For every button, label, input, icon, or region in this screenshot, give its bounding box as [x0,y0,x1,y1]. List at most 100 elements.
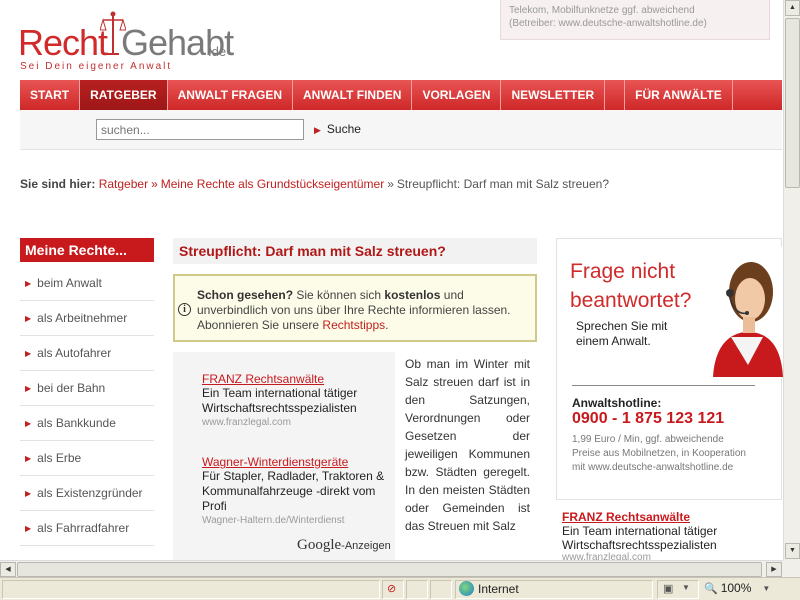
nav-item-start[interactable]: START [20,80,81,110]
ad-title[interactable]: Wagner-Winterdienstgeräte [202,455,392,469]
horizontal-scroll-thumb[interactable] [17,562,762,577]
globe-icon [459,581,474,596]
sidebar-item-fahrradfahrer[interactable]: ▶ als Fahrradfahrer [20,511,154,546]
nav-item-newsletter[interactable]: NEWSLETTER [501,80,606,110]
ad-wagner[interactable]: Wagner-Winterdienstgeräte Für Stapler, R… [202,455,392,526]
rechtstipps-link[interactable]: Rechtstipps [322,318,385,332]
notice-end: . [385,318,389,332]
arrow-right-icon: ▶ [25,279,32,288]
sidebar: Meine Rechte... ▶ beim Anwalt ▶ als Arbeit… [20,238,154,546]
search-input[interactable] [96,119,304,140]
sidebar-item-bahn[interactable]: ▶ bei der Bahn [20,371,154,406]
ad-description: Ein Team international tätiger Wirtschaf… [562,524,718,552]
article-title: Streupflicht: Darf man mit Salz streuen? [173,238,537,264]
protected-mode-cell[interactable]: ▣ ▼ [657,580,699,599]
sidebar-item-label: beim Anwalt [37,276,102,290]
hotline-subtext: Sprechen Sie mit einem Anwalt. [576,319,668,348]
zoom-control[interactable]: 🔍 100% ▼ [704,581,770,595]
google-ads-text: -Anzeigen [341,540,391,552]
google-ads-block: FRANZ Rechtsanwälte Ein Team internation… [173,352,395,560]
right-ad-franz[interactable]: FRANZ Rechtsanwälte Ein Team internation… [562,510,777,560]
sidebar-links: ▶ beim Anwalt ▶ als Arbeitnehmer ▶ als Auto… [20,266,154,546]
sidebar-item-erbe[interactable]: ▶ als Erbe [20,441,154,476]
sidebar-item-label: als Erbe [37,451,82,465]
nav-item-fuer-anwaelte[interactable]: FÜR ANWÄLTE [625,80,733,110]
main-nav: START RATGEBER ANWALT FRAGEN ANWALT FIND… [20,80,782,110]
sidebar-item-arbeitnehmer[interactable]: ▶ als Arbeitnehmer [20,301,154,336]
article-body: Ob man im Winter mit Salz streuen darf i… [405,357,530,533]
google-logo: Google [297,537,342,553]
status-text-cell [2,580,380,599]
logo-tld: .de [208,44,227,59]
scrollbar-corner [783,560,800,577]
ad-url: Wagner-Haltern.de/Winterdienst [202,515,345,526]
ad-description: Für Stapler, Radlader, Traktoren & Kommu… [202,469,385,513]
newsletter-notice: i Schon gesehen? Sie können sich kostenl… [173,274,537,342]
sidebar-item-label: bei der Bahn [37,381,106,395]
nav-item-ratgeber[interactable]: RATGEBER [80,80,168,110]
chevron-down-icon: ▼ [762,583,771,593]
vertical-scroll-thumb[interactable] [785,18,800,188]
sidebar-item-bankkunde[interactable]: ▶ als Bankkunde [20,406,154,441]
status-cell [406,580,428,599]
arrow-right-icon: ▶ [25,349,32,358]
sidebar-heading: Meine Rechte... [20,238,154,262]
status-bar: ⊘ Internet ▣ ▼ 🔍 100% ▼ [0,577,800,600]
security-zone[interactable]: Internet [459,581,519,596]
search-button[interactable]: ▶ Suche [314,122,361,136]
breadcrumb-link-ratgeber[interactable]: Ratgeber [99,177,148,191]
sidebar-item-label: als Fahrradfahrer [37,521,130,535]
google-ads-label[interactable]: Google-Anzeigen [297,537,391,554]
ad-title[interactable]: FRANZ Rechtsanwälte [562,510,777,524]
magnifier-icon: 🔍 [704,582,718,595]
notice-text-1: Sie können sich [293,288,385,302]
hotline-number[interactable]: 0900 - 1 875 123 121 [572,410,724,428]
scroll-left-icon[interactable]: ◀ [0,562,16,577]
sidebar-item-label: als Bankkunde [37,416,116,430]
zone-label: Internet [478,581,519,596]
scroll-right-icon[interactable]: ▶ [766,562,782,577]
chevron-down-icon: ▼ [682,583,690,592]
blocked-icon: ⊘ [387,583,397,595]
sidebar-item-existenzgruender[interactable]: ▶ als Existenzgründer [20,476,154,511]
scroll-up-icon[interactable]: ▲ [785,0,800,16]
hotline-divider [572,385,755,386]
sidebar-item-autofahrer[interactable]: ▶ als Autofahrer [20,336,154,371]
sidebar-item-beim-anwalt[interactable]: ▶ beim Anwalt [20,266,154,301]
hotline-heading: Frage nicht beantwortet? [570,260,692,312]
status-cell: ⊘ [382,580,404,599]
breadcrumb: Sie sind hier: Ratgeber» Meine Rechte als… [20,177,609,191]
header-hotline-line1: Telekom, Mobilfunknetze ggf. abweichend [509,5,695,16]
hotline-box[interactable]: Frage nicht beantwortet? Sprechen Sie mi… [556,238,783,500]
horizontal-scrollbar[interactable]: ◀ ▶ [0,560,783,577]
arrow-right-icon: ▶ [25,524,32,533]
ad-description: Ein Team international tätiger Wirtschaf… [202,386,358,415]
breadcrumb-separator: » [151,177,158,191]
lock-icon: ▣ [663,583,674,595]
sidebar-item-label: als Existenzgründer [37,486,143,500]
nav-item-anwalt-finden[interactable]: ANWALT FINDEN [293,80,413,110]
logo-word-recht: Recht [18,22,108,63]
breadcrumb-separator: » [387,177,394,191]
arrow-right-icon: ▶ [25,419,32,428]
notice-lead: Schon gesehen? [197,288,294,302]
search-row: ▶ Suche [20,110,782,150]
info-icon: i [178,303,191,316]
arrow-right-icon: ▶ [25,489,32,498]
ad-title[interactable]: FRANZ Rechtsanwälte [202,372,392,386]
search-button-label: Suche [326,122,361,136]
arrow-right-icon: ▶ [25,384,32,393]
ad-url: www.franzlegal.com [202,417,291,428]
scroll-down-icon[interactable]: ▼ [785,543,800,559]
nav-item-anwalt-fragen[interactable]: ANWALT FRAGEN [168,80,293,110]
breadcrumb-link-grundstueck[interactable]: Meine Rechte als Grundstückseigentümer [161,177,384,191]
breadcrumb-current: Streupflicht: Darf man mit Salz streuen? [396,177,609,191]
sidebar-item-label: als Autofahrer [37,346,112,360]
nav-item-vorlagen[interactable]: VORLAGEN [412,80,502,110]
nav-spacer [605,80,626,110]
site-logo[interactable]: Recht Gehabt .de Sei Dein eigener Anwalt [18,10,238,72]
vertical-scrollbar[interactable]: ▲ ▼ [783,0,800,560]
ad-franz[interactable]: FRANZ Rechtsanwälte Ein Team internation… [202,372,392,428]
breadcrumb-label: Sie sind hier: [20,177,96,191]
ad-url: www.franzlegal.com [562,552,651,560]
